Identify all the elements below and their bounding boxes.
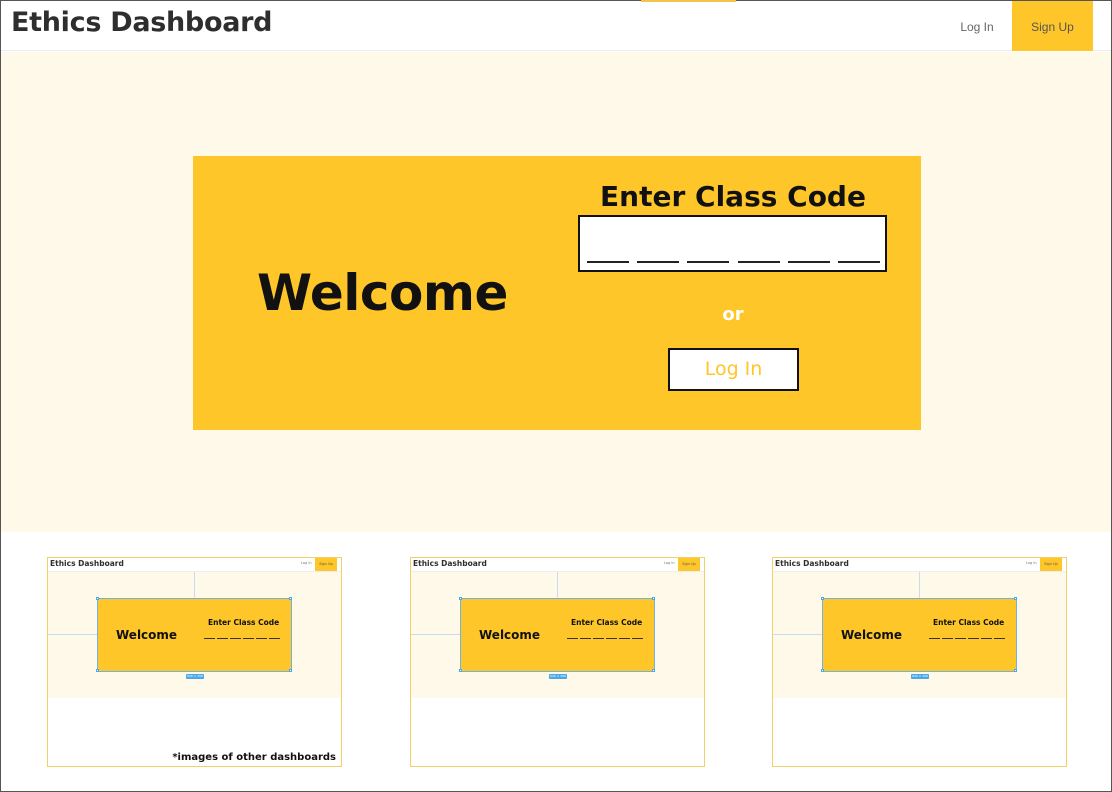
top-accent-line	[641, 0, 736, 2]
selection-handle	[652, 597, 655, 600]
selection-handle	[821, 669, 824, 672]
thumb-code-slots	[929, 638, 1007, 640]
thumb-class-code-title: Enter Class Code	[933, 618, 1005, 627]
selection-handle	[459, 597, 462, 600]
thumb-welcome-heading: Welcome	[841, 628, 903, 642]
thumb-signup-button: Sign Up	[678, 558, 700, 571]
class-code-title: Enter Class Code	[600, 180, 866, 213]
thumb-size-badge: 640 × 256	[911, 674, 929, 679]
welcome-heading: Welcome	[257, 264, 508, 322]
thumb-login-link: Log In	[664, 561, 675, 565]
thumb-guide-line	[48, 634, 98, 635]
code-slot	[587, 261, 629, 263]
thumb-header: Ethics Dashboard Log In Sign Up	[411, 558, 704, 572]
welcome-card: Welcome Enter Class Code or Log In	[193, 156, 921, 430]
thumb-login-link: Log In	[301, 561, 312, 565]
thumbnails-note: *images of other dashboards	[172, 752, 336, 763]
thumb-login-link: Log In	[1026, 561, 1037, 565]
selection-handle	[289, 669, 292, 672]
thumb-size-badge: 640 × 256	[549, 674, 567, 679]
selection-handle	[96, 669, 99, 672]
selection-handle	[1014, 597, 1017, 600]
code-slot	[738, 261, 780, 263]
dashboard-thumbnail[interactable]: Ethics Dashboard Log In Sign Up Welcome …	[772, 557, 1067, 767]
class-code-input[interactable]	[578, 215, 887, 272]
thumb-guide-line	[194, 572, 195, 598]
thumb-welcome-heading: Welcome	[116, 628, 178, 642]
hero-section: Welcome Enter Class Code or Log In	[1, 52, 1111, 532]
thumb-brand-title: Ethics Dashboard	[775, 559, 849, 568]
selection-handle	[289, 597, 292, 600]
dashboard-thumbnail[interactable]: Ethics Dashboard Log In Sign Up Welcome …	[410, 557, 705, 767]
thumb-code-slots	[567, 638, 645, 640]
thumb-signup-button: Sign Up	[315, 558, 337, 571]
thumb-brand-title: Ethics Dashboard	[50, 559, 124, 568]
thumb-welcome-heading: Welcome	[479, 628, 541, 642]
selection-handle	[652, 669, 655, 672]
brand-title: Ethics Dashboard	[11, 7, 273, 38]
code-slot	[637, 261, 679, 263]
thumb-header: Ethics Dashboard Log In Sign Up	[773, 558, 1066, 572]
selection-handle	[96, 597, 99, 600]
thumb-signup-button: Sign Up	[1040, 558, 1062, 571]
thumb-size-badge: 640 × 256	[186, 674, 204, 679]
thumb-welcome-card: Welcome Enter Class Code	[97, 598, 292, 672]
code-slot	[788, 261, 830, 263]
dashboard-thumbnail[interactable]: Ethics Dashboard Log In Sign Up Welcome …	[47, 557, 342, 767]
nav-login-link[interactable]: Log In	[951, 1, 1003, 51]
selection-handle	[1014, 669, 1017, 672]
thumb-welcome-card: Welcome Enter Class Code	[460, 598, 655, 672]
thumb-class-code-title: Enter Class Code	[571, 618, 643, 627]
nav-signup-button[interactable]: Sign Up	[1012, 1, 1093, 51]
selection-handle	[821, 597, 824, 600]
thumb-welcome-card: Welcome Enter Class Code	[822, 598, 1017, 672]
code-slot	[838, 261, 880, 263]
code-slot	[687, 261, 729, 263]
thumb-guide-line	[557, 572, 558, 598]
selection-handle	[459, 669, 462, 672]
or-separator: or	[722, 304, 744, 325]
thumb-code-slots	[204, 638, 282, 640]
thumb-guide-line	[773, 634, 823, 635]
thumb-header: Ethics Dashboard Log In Sign Up	[48, 558, 341, 572]
thumb-guide-line	[411, 634, 461, 635]
thumb-class-code-title: Enter Class Code	[208, 618, 280, 627]
thumb-guide-line	[919, 572, 920, 598]
login-button[interactable]: Log In	[668, 348, 799, 391]
top-nav: Ethics Dashboard Log In Sign Up	[1, 1, 1111, 51]
thumb-brand-title: Ethics Dashboard	[413, 559, 487, 568]
